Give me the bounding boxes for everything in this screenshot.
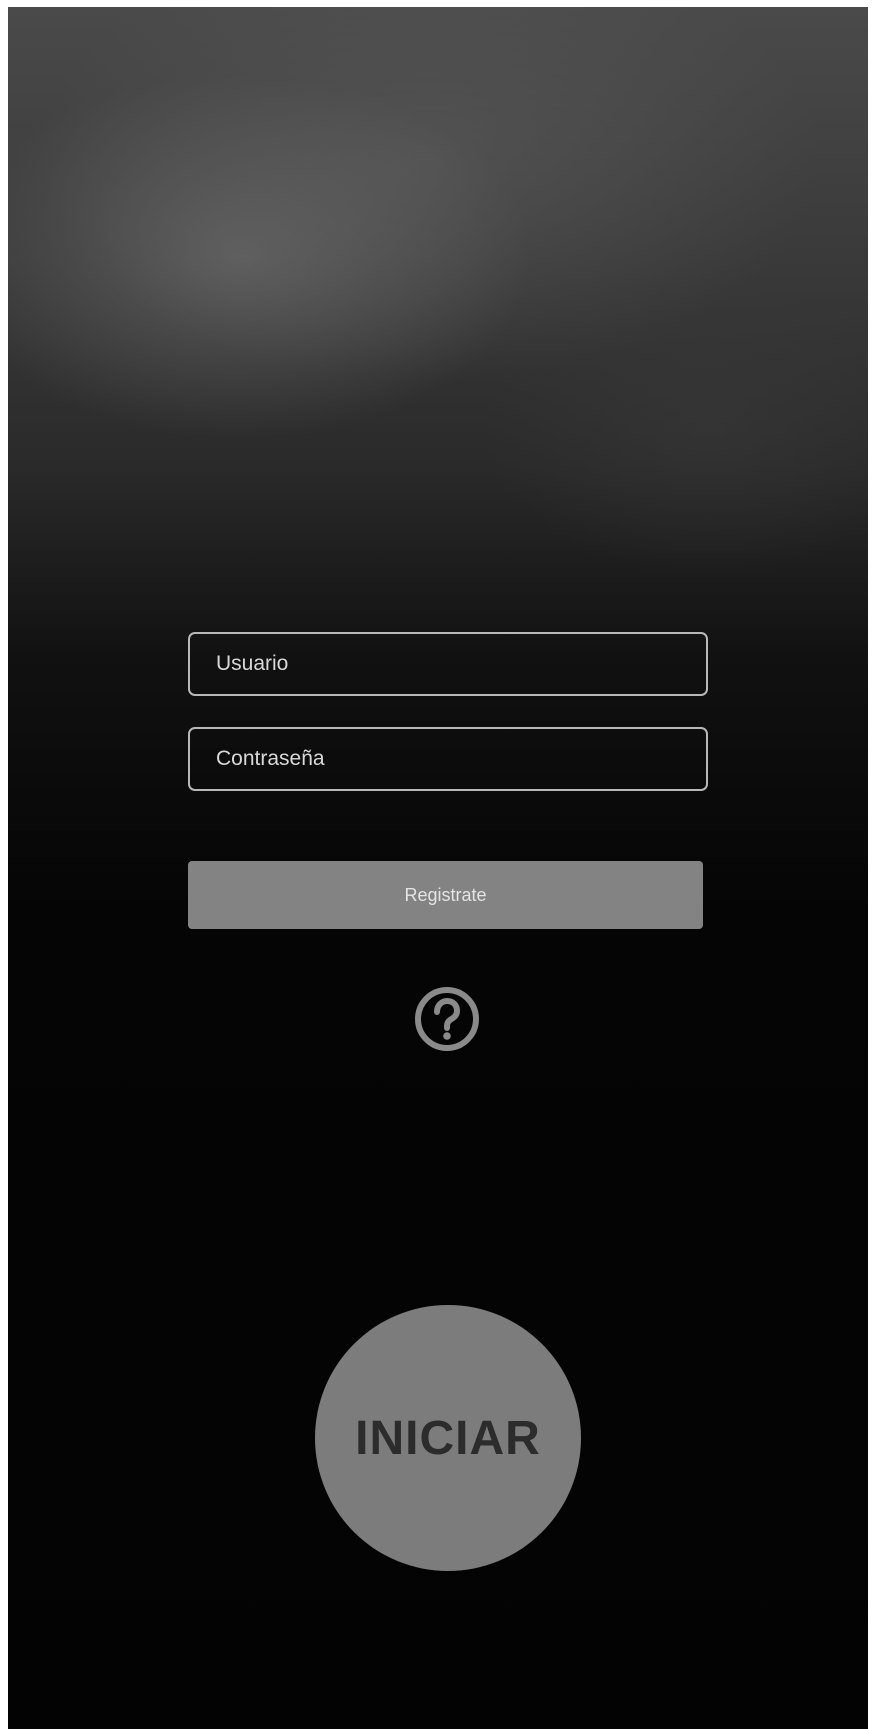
question-circle-icon[interactable] (413, 985, 481, 1053)
login-screen: Registrate INICIAR (8, 7, 868, 1729)
register-button[interactable]: Registrate (188, 861, 703, 929)
password-field[interactable] (188, 727, 708, 791)
username-field[interactable] (188, 632, 708, 696)
start-button[interactable]: INICIAR (315, 1305, 581, 1571)
